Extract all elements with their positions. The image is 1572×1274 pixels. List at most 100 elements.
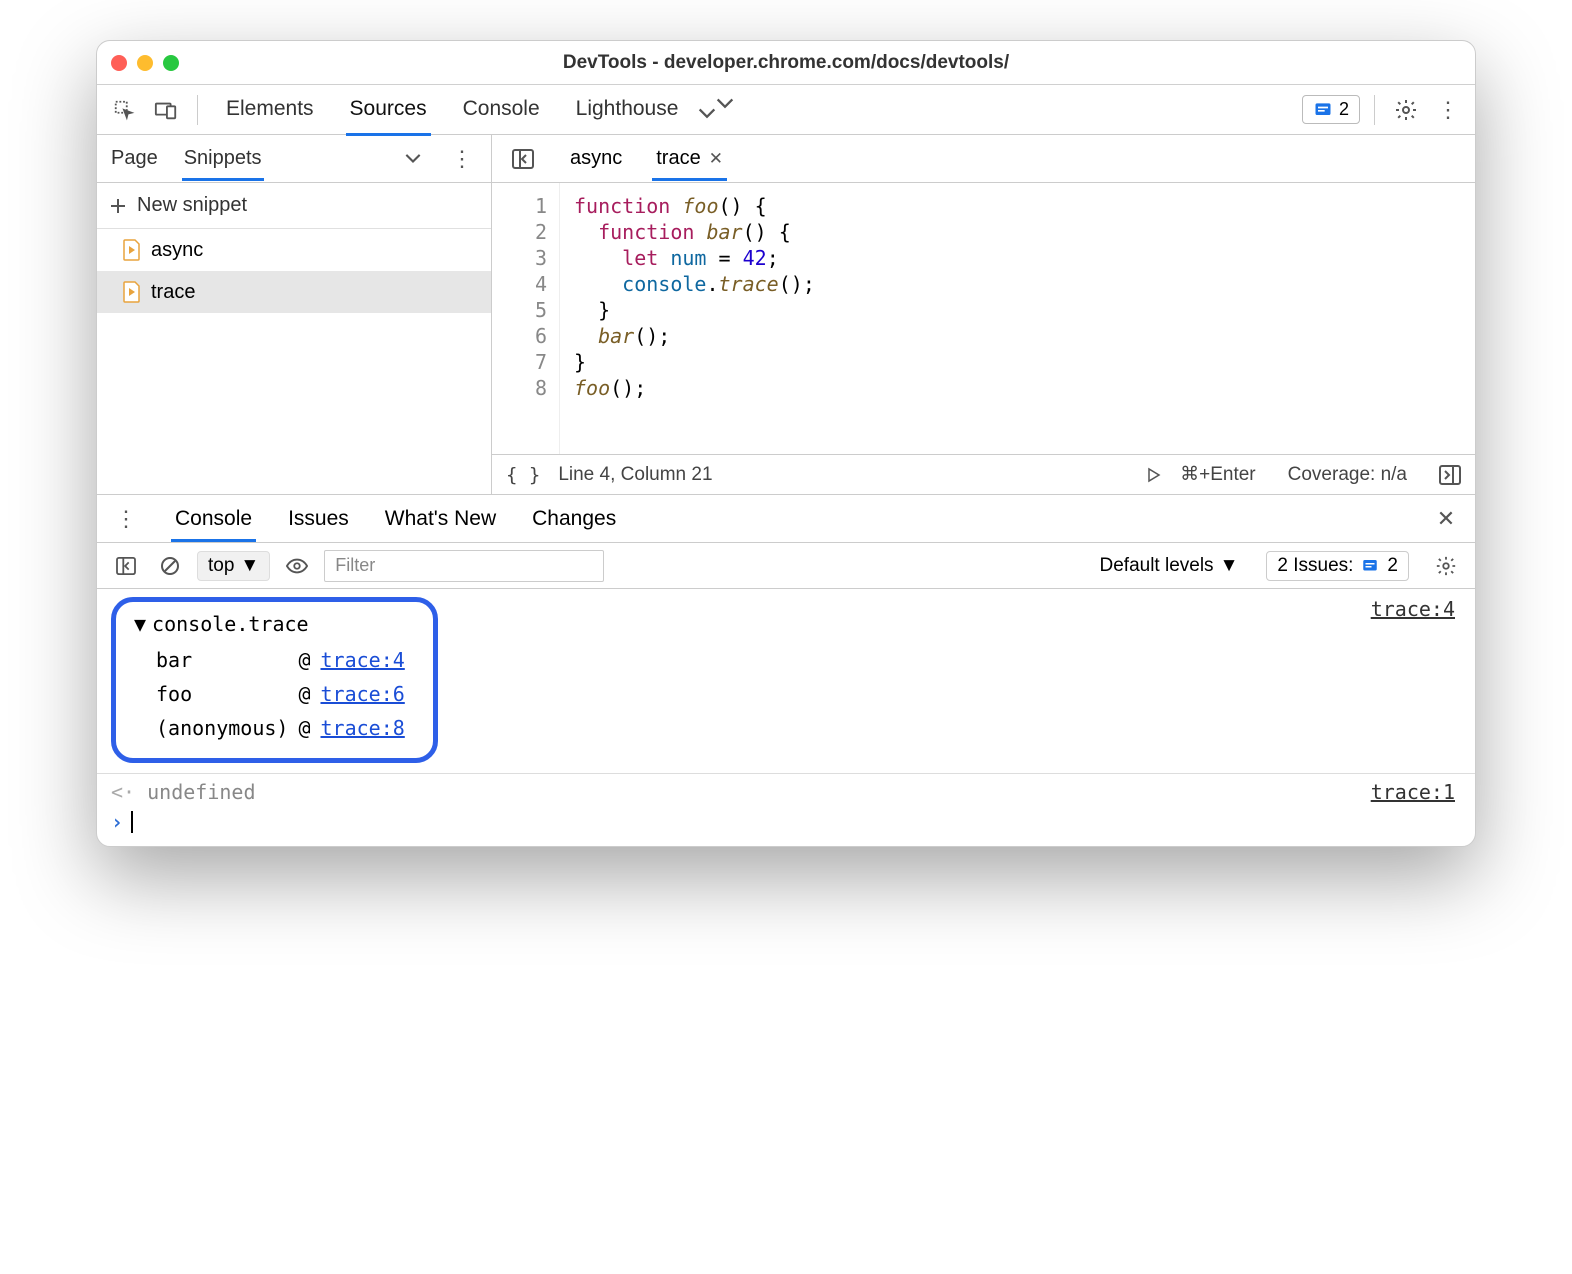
drawer-tab-changes[interactable]: Changes <box>528 497 620 541</box>
stack-frame: (anonymous) @ trace:8 <box>156 712 413 744</box>
tab-elements[interactable]: Elements <box>222 88 318 131</box>
devtools-window: DevTools - developer.chrome.com/docs/dev… <box>96 40 1476 847</box>
main-tabs: Elements Sources Console Lighthouse <box>212 86 740 133</box>
at-symbol: @ <box>298 712 318 744</box>
run-hint: ⌘+Enter <box>1180 463 1256 486</box>
context-label: top <box>208 555 234 577</box>
drawer-tab-console[interactable]: Console <box>171 497 256 541</box>
toggle-navigator-icon[interactable] <box>506 142 540 176</box>
console-toolbar: top ▼ Filter Default levels ▼ 2 Issues: … <box>97 543 1475 589</box>
inspect-element-icon[interactable] <box>107 93 141 127</box>
stack-trace-table: bar @ trace:4 foo @ trace:6 (anonymous) … <box>154 642 415 746</box>
console-filter-input[interactable]: Filter <box>324 550 604 582</box>
new-snippet-label: New snippet <box>137 194 247 217</box>
editor-pane: async trace ✕ 1 2 3 4 5 6 7 8 fun <box>492 135 1475 494</box>
divider <box>197 95 198 125</box>
nav-tab-page[interactable]: Page <box>109 137 160 180</box>
main-toolbar: Elements Sources Console Lighthouse 2 ⋮ <box>97 85 1475 135</box>
chevron-down-icon: ▼ <box>1220 555 1239 577</box>
issues-count: 2 <box>1387 555 1398 577</box>
snippet-icon <box>123 281 141 303</box>
code-editor[interactable]: 1 2 3 4 5 6 7 8 function foo() { functio… <box>492 183 1475 454</box>
clear-console-icon[interactable] <box>153 549 187 583</box>
at-symbol: @ <box>298 678 318 710</box>
source-link[interactable]: trace:1 <box>1371 780 1455 804</box>
close-drawer-icon[interactable]: ✕ <box>1429 502 1463 536</box>
stack-frame: foo @ trace:6 <box>156 678 413 710</box>
return-arrow-icon: <· <box>111 780 135 804</box>
snippet-file-trace[interactable]: trace <box>97 271 491 313</box>
nav-kebab-icon[interactable]: ⋮ <box>445 146 479 172</box>
new-snippet-button[interactable]: New snippet <box>97 183 491 229</box>
sources-panel: Page Snippets ⋮ New snippet async <box>97 135 1475 495</box>
file-name: async <box>151 239 203 262</box>
drawer-tab-whatsnew[interactable]: What's New <box>381 497 500 541</box>
frame-function: bar <box>156 644 296 676</box>
file-name: trace <box>151 281 195 304</box>
source-link[interactable]: trace:4 <box>1371 597 1455 621</box>
disclosure-triangle-icon[interactable]: ▼ <box>134 612 146 636</box>
close-tab-icon[interactable]: ✕ <box>709 149 723 169</box>
close-window-button[interactable] <box>111 55 127 71</box>
editor-tab-label: trace <box>656 147 700 170</box>
source-link[interactable]: trace:4 <box>321 648 405 672</box>
settings-icon[interactable] <box>1389 93 1423 127</box>
divider <box>1374 95 1375 125</box>
chevron-down-icon: ▼ <box>240 555 259 577</box>
execution-context-selector[interactable]: top ▼ <box>197 551 270 581</box>
editor-tab-trace[interactable]: trace ✕ <box>652 137 727 180</box>
tab-lighthouse[interactable]: Lighthouse <box>572 88 683 131</box>
console-issues-link[interactable]: 2 Issues: 2 <box>1266 551 1409 581</box>
levels-label: Default levels <box>1100 555 1214 577</box>
kebab-menu-icon[interactable]: ⋮ <box>1431 97 1465 123</box>
snippet-icon <box>123 239 141 261</box>
navigator-pane: Page Snippets ⋮ New snippet async <box>97 135 492 494</box>
cursor-position: Line 4, Column 21 <box>558 464 712 486</box>
more-nav-tabs-icon[interactable] <box>403 151 423 167</box>
titlebar: DevTools - developer.chrome.com/docs/dev… <box>97 41 1475 85</box>
log-levels-selector[interactable]: Default levels ▼ <box>1100 555 1239 577</box>
console-sidebar-toggle-icon[interactable] <box>109 549 143 583</box>
console-output: trace:4 ▼ console.trace bar @ trace:4 fo… <box>97 589 1475 846</box>
console-return-row: trace:1 <· undefined <box>111 780 1461 804</box>
source-link[interactable]: trace:8 <box>321 716 405 740</box>
pretty-print-icon[interactable]: { } <box>506 464 540 486</box>
trace-header: console.trace <box>152 612 309 636</box>
console-prompt[interactable]: › <box>111 804 1461 834</box>
console-settings-icon[interactable] <box>1429 549 1463 583</box>
source-link[interactable]: trace:6 <box>321 682 405 706</box>
zoom-window-button[interactable] <box>163 55 179 71</box>
trace-highlight-box: ▼ console.trace bar @ trace:4 foo @ trac… <box>111 597 438 763</box>
tab-console[interactable]: Console <box>459 88 544 131</box>
drawer-kebab-icon[interactable]: ⋮ <box>109 506 143 532</box>
editor-tab-label: async <box>570 147 622 170</box>
window-title: DevTools - developer.chrome.com/docs/dev… <box>97 52 1475 74</box>
traffic-lights <box>111 55 179 71</box>
editor-tab-async[interactable]: async <box>566 137 626 180</box>
stack-frame: bar @ trace:4 <box>156 644 413 676</box>
code-content: function foo() { function bar() { let nu… <box>560 183 829 454</box>
frame-function: foo <box>156 678 296 710</box>
at-symbol: @ <box>298 644 318 676</box>
nav-tab-snippets[interactable]: Snippets <box>182 137 264 180</box>
coverage-label: Coverage: n/a <box>1288 464 1407 486</box>
snippet-file-async[interactable]: async <box>97 229 491 271</box>
prompt-caret-icon: › <box>111 810 123 834</box>
return-value: undefined <box>147 780 255 804</box>
editor-statusbar: { } Line 4, Column 21 ⌘+Enter Coverage: … <box>492 454 1475 494</box>
issues-counter[interactable]: 2 <box>1302 95 1360 124</box>
filter-placeholder: Filter <box>335 555 375 576</box>
drawer-tab-issues[interactable]: Issues <box>284 497 353 541</box>
drawer-tabs: ⋮ Console Issues What's New Changes ✕ <box>97 495 1475 543</box>
tab-sources[interactable]: Sources <box>346 88 431 131</box>
more-tabs-icon[interactable] <box>710 86 740 133</box>
navigator-tabs: Page Snippets ⋮ <box>97 135 491 183</box>
issues-label: 2 Issues: <box>1277 555 1353 577</box>
trace-header-row[interactable]: ▼ console.trace <box>134 612 415 636</box>
minimize-window-button[interactable] <box>137 55 153 71</box>
run-snippet-icon[interactable] <box>1146 467 1162 483</box>
live-expression-icon[interactable] <box>280 549 314 583</box>
device-toolbar-icon[interactable] <box>149 93 183 127</box>
toggle-debugger-icon[interactable] <box>1439 465 1461 485</box>
issues-count: 2 <box>1339 99 1349 120</box>
